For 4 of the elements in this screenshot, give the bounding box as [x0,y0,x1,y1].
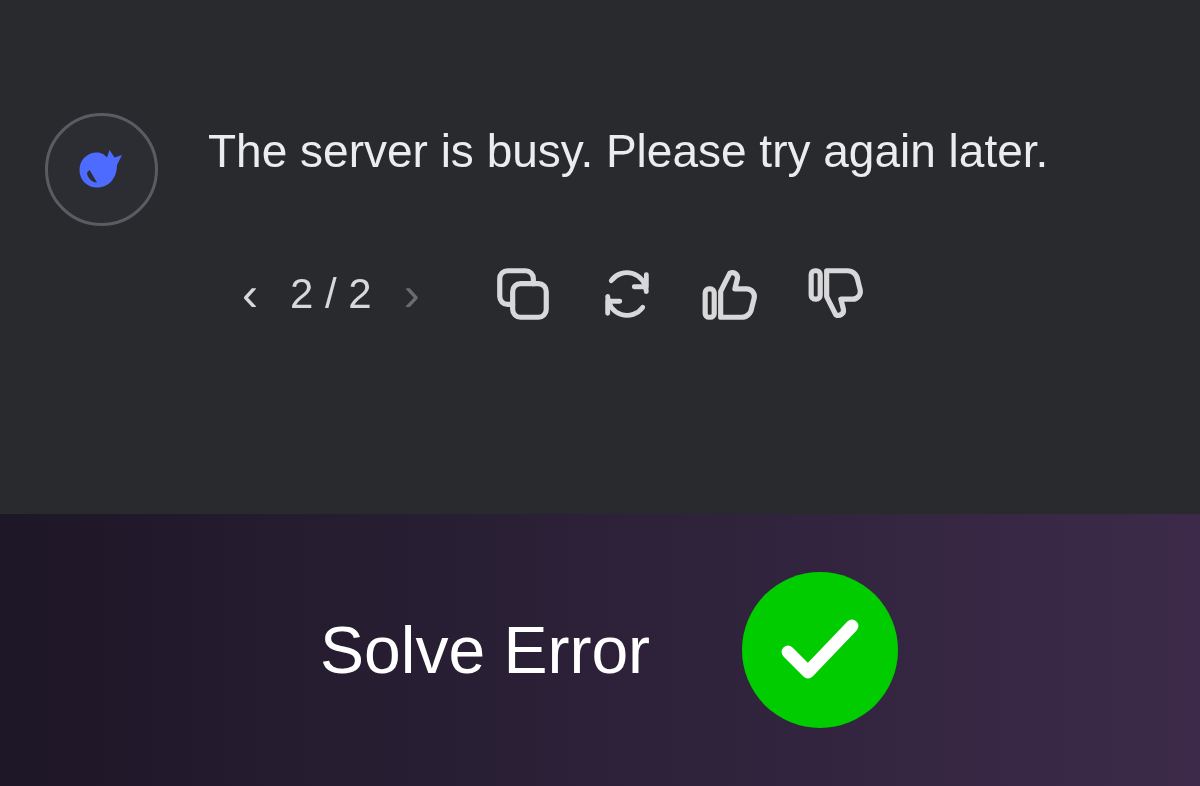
message-text: The server is busy. Please try again later. [208,124,1050,179]
banner-title: Solve Error [320,611,651,689]
previous-button[interactable]: ‹ [232,269,268,318]
page-counter: 2 / 2 [290,269,372,319]
